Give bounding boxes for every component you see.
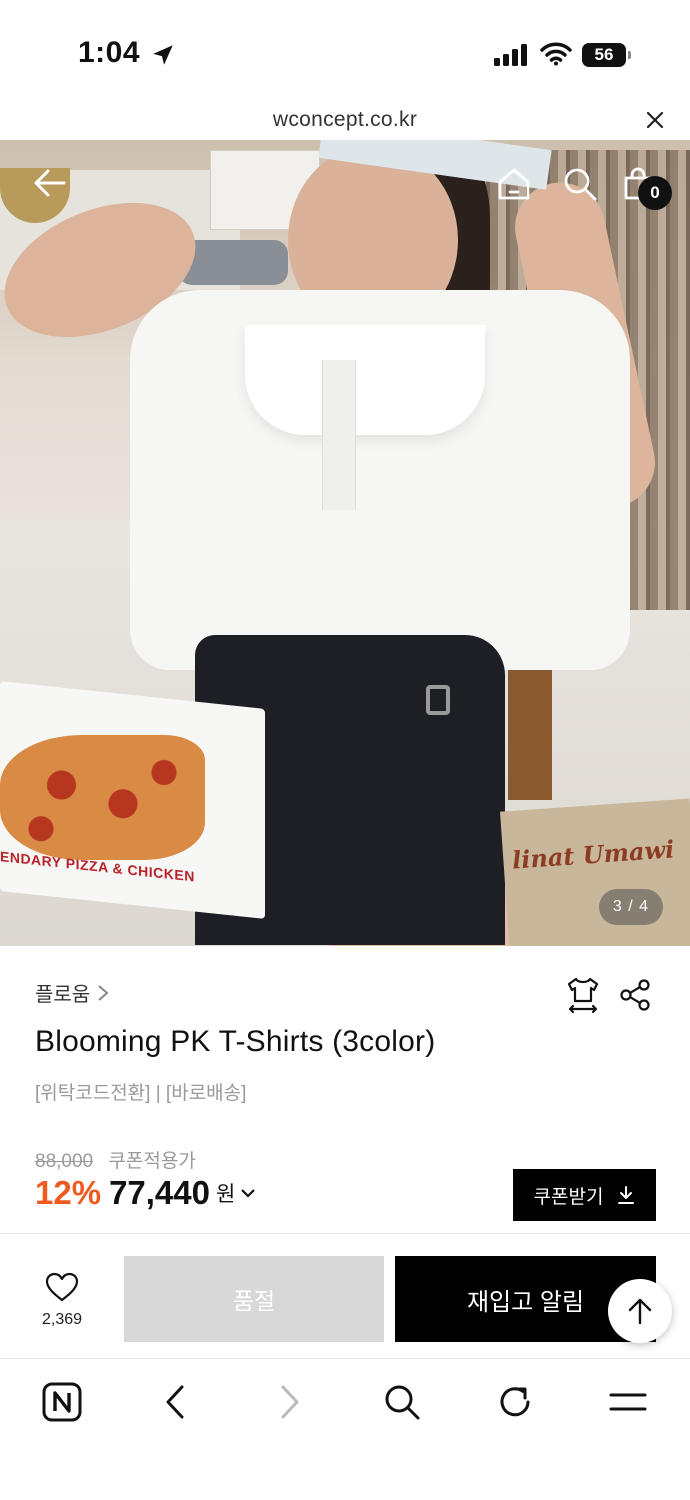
chevron-right-icon [98, 984, 109, 1001]
size-guide-icon [567, 977, 599, 1014]
back-arrow-icon [34, 169, 66, 197]
refresh-button[interactable] [493, 1380, 537, 1424]
image-pizza [0, 735, 205, 860]
size-guide-button[interactable] [563, 975, 603, 1015]
location-arrow-icon [153, 45, 173, 65]
coupon-download-button[interactable]: 쿠폰받기 [513, 1169, 656, 1221]
search-button[interactable] [560, 164, 600, 204]
product-title: Blooming PK T-Shirts (3color) [35, 1025, 436, 1058]
coupon-price-label: 쿠폰적용가 [108, 1151, 196, 1172]
back-button[interactable] [30, 163, 70, 203]
heart-icon [45, 1272, 79, 1302]
browser-forward-button[interactable] [268, 1380, 312, 1424]
image-placket [322, 360, 356, 510]
brand-name[interactable]: 플로움 [35, 978, 90, 1007]
menu-icon [609, 1393, 647, 1411]
browser-search-button[interactable] [380, 1380, 424, 1424]
original-price: 88,000 [35, 1151, 94, 1172]
brand-link[interactable]: 플로움 [35, 978, 110, 1007]
product-tags: [위탁코드전환] | [바로배송] [35, 1083, 247, 1104]
image-buckle [426, 685, 450, 715]
home-icon [498, 168, 530, 200]
browser-forward-icon [281, 1385, 299, 1419]
arrow-up-icon [628, 1298, 652, 1325]
chevron-down-icon[interactable] [239, 1186, 257, 1200]
naver-home-button[interactable] [40, 1380, 84, 1424]
browser-back-icon [166, 1385, 184, 1419]
browser-back-button[interactable] [153, 1380, 197, 1424]
share-button[interactable] [615, 975, 655, 1015]
url-text[interactable]: wconcept.co.kr [0, 108, 690, 132]
search-icon [564, 168, 597, 201]
cart-count-badge: 0 [638, 176, 672, 210]
image-collar [245, 325, 485, 435]
share-icon [620, 979, 650, 1011]
status-time: 1:04 [78, 36, 141, 69]
coupon-button-label: 쿠폰받기 [533, 1186, 604, 1208]
signal-icon [494, 44, 527, 66]
menu-button[interactable] [606, 1380, 650, 1424]
browser-url-bar[interactable]: wconcept.co.kr [0, 100, 690, 140]
final-price: 77,440 [109, 1174, 210, 1211]
price-row[interactable]: 12% 77,440 원 [35, 1174, 257, 1212]
scroll-top-button[interactable] [608, 1279, 672, 1343]
wifi-icon [540, 42, 572, 66]
naver-icon [42, 1382, 82, 1422]
price-unit: 원 [216, 1183, 236, 1206]
discount-rate: 12% [35, 1174, 102, 1211]
browser-toolbar [0, 1359, 690, 1500]
battery-indicator: 56 [582, 43, 631, 67]
image-counter: 3 / 4 [599, 889, 663, 925]
divider [0, 1233, 690, 1234]
status-bar: 1:04 56 [0, 0, 690, 100]
browser-search-icon [385, 1385, 420, 1420]
product-image[interactable]: linat Umawi ENDARY PIZZA & CHICKEN [0, 140, 690, 946]
soldout-button: 품절 [124, 1256, 384, 1342]
refresh-icon [500, 1387, 530, 1417]
close-icon[interactable] [644, 109, 666, 131]
home-button[interactable] [494, 164, 534, 204]
like-count: 2,369 [41, 1311, 83, 1328]
download-icon [618, 1186, 635, 1204]
original-price-row: 88,000 쿠폰적용가 [35, 1146, 196, 1173]
